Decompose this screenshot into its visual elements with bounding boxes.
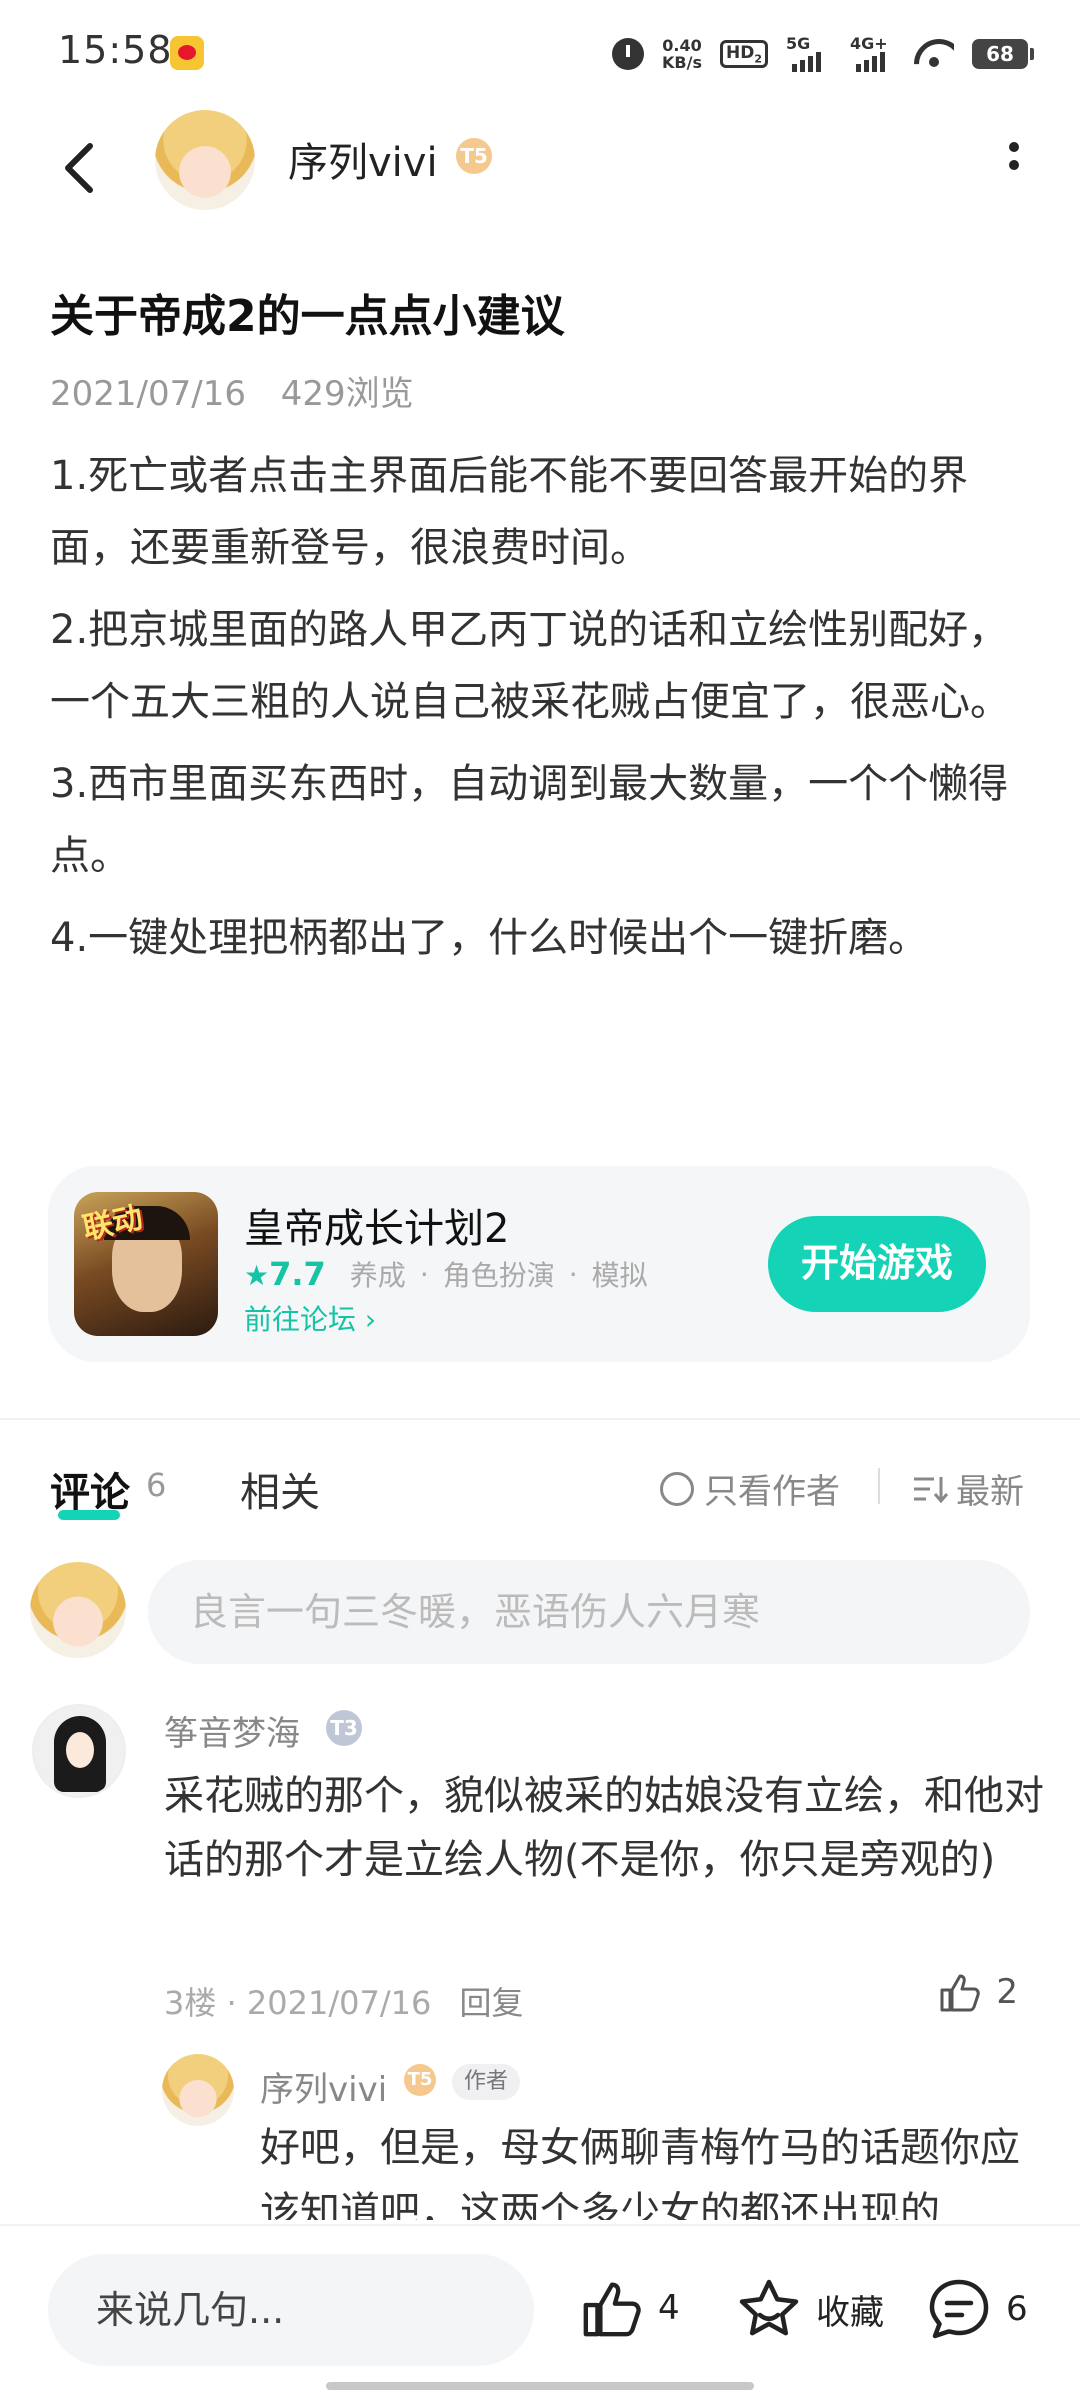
post-title: 关于帝成2的一点点小建议 [50,291,565,342]
post-header: 序列vivi T5 [0,110,1080,240]
post-body: 1.死亡或者点击主界面后能不能不要回答最开始的界面，还要重新登号，很浪费时间。 … [50,440,1040,984]
post-paragraph: 1.死亡或者点击主界面后能不能不要回答最开始的界面，还要重新登号，很浪费时间。 [50,453,969,571]
comment-button[interactable]: 6 [926,2276,1028,2342]
signal-4g-icon: 4G+ [850,34,896,72]
comments-count: 6 [146,1466,167,1504]
sort-icon [914,1476,948,1503]
sort-toggle[interactable]: 最新 [912,1464,1024,1513]
game-tag: 模拟 [591,1259,648,1292]
section-divider [0,1418,1080,1420]
reply-author-name[interactable]: 序列vivi [260,2062,387,2111]
reply-author-avatar[interactable] [162,2054,234,2126]
author-only-toggle[interactable]: 只看作者 [660,1464,840,1513]
star-icon [739,2279,799,2336]
favorite-button[interactable]: 收藏 [736,2276,884,2342]
more-options-icon[interactable] [994,134,1034,194]
home-indicator[interactable] [326,2382,754,2390]
post-views: 429浏览 [280,374,414,414]
post-paragraph: 3.西市里面买东西时，自动调到最大数量，一个个懒得点。 [50,761,1009,879]
game-tag: 养成 [349,1259,406,1292]
post-paragraph: 2.把京城里面的路人甲乙丙丁说的话和立绘性别配好，一个五大三粗的人说自己被采花贼… [50,607,1010,725]
status-time: 15:58 [58,28,173,72]
game-tag: 角色扮演 [442,1259,555,1292]
like-button[interactable]: 4 [580,2276,680,2340]
alarm-icon [612,38,645,70]
network-speed: 0.40 KB/s [662,36,702,72]
thumbs-up-icon [940,1974,981,2012]
author-avatar[interactable] [155,110,255,210]
post-paragraph: 4.一键处理把柄都出了，什么时候出个一键折磨。 [50,915,929,961]
commenter-name[interactable]: 筝音梦海 [164,1706,300,1755]
battery-icon: 68 [972,39,1034,69]
filter-divider [878,1468,880,1504]
bottom-comment-input[interactable]: 来说几句... [48,2254,534,2366]
author-name[interactable]: 序列vivi [288,130,438,188]
hd-voice-icon: HD2 [720,39,768,69]
comment-like-button[interactable]: 2 [938,1970,1018,2014]
star-icon: ★ [244,1259,270,1292]
forum-link[interactable]: 前往论坛 › [244,1298,376,1338]
status-bar: 15:58 0.40 KB/s HD2 5G 4G+ 68 [0,0,1080,110]
chevron-right-icon: › [364,1303,377,1336]
thumbs-up-icon [583,2282,641,2337]
game-card[interactable]: 联动 皇帝成长计划2 ★7.7 养成 · 角色扮演 · 模拟 前往论坛 › 开始… [48,1166,1030,1362]
collab-label: 联动 [79,1200,146,1247]
reply-text: 好吧，但是，母女俩聊青梅竹马的话题你应该知道吧，这两个多少女的都还出现的 [260,2125,1020,2220]
post-meta: 2021/07/16 429浏览 [50,366,414,415]
comment-icon [929,2279,989,2339]
author-tag: 作者 [452,2064,521,2100]
status-icons: 0.40 KB/s HD2 5G 4G+ 68 [612,32,1034,76]
signal-5g-icon: 5G [786,34,832,72]
wifi-icon [914,39,954,69]
post-date: 2021/07/16 [50,374,246,414]
bottom-action-bar: 来说几句... 4 收藏 6 [0,2224,1080,2400]
game-icon[interactable]: 联动 [74,1192,218,1336]
radio-icon[interactable] [660,1471,694,1506]
reply-level-badge: T5 [404,2064,436,2096]
game-name[interactable]: 皇帝成长计划2 [244,1196,509,1254]
active-tab-indicator [58,1510,120,1520]
game-rating: ★7.7 [244,1255,326,1293]
my-avatar [30,1562,126,1658]
tab-related[interactable]: 相关 [240,1460,320,1518]
comment-input[interactable]: 良言一句三冬暖，恶语伤人六月寒 [148,1560,1030,1664]
commenter-level-badge: T3 [326,1710,362,1746]
start-game-button[interactable]: 开始游戏 [768,1216,986,1312]
comment-text: 采花贼的那个，貌似被采的姑娘没有立绘，和他对话的那个才是立绘人物(不是你，你只是… [164,1773,1044,1883]
weibo-notification-icon [170,36,204,70]
commenter-avatar[interactable] [32,1704,126,1798]
back-icon[interactable] [52,138,112,198]
reply-button[interactable]: 回复 [460,1984,524,2022]
author-level-badge: T5 [456,138,492,174]
game-tags: ★7.7 养成 · 角色扮演 · 模拟 [244,1255,648,1293]
comment-meta: 3楼 · 2021/07/16 回复 [164,1984,524,2022]
